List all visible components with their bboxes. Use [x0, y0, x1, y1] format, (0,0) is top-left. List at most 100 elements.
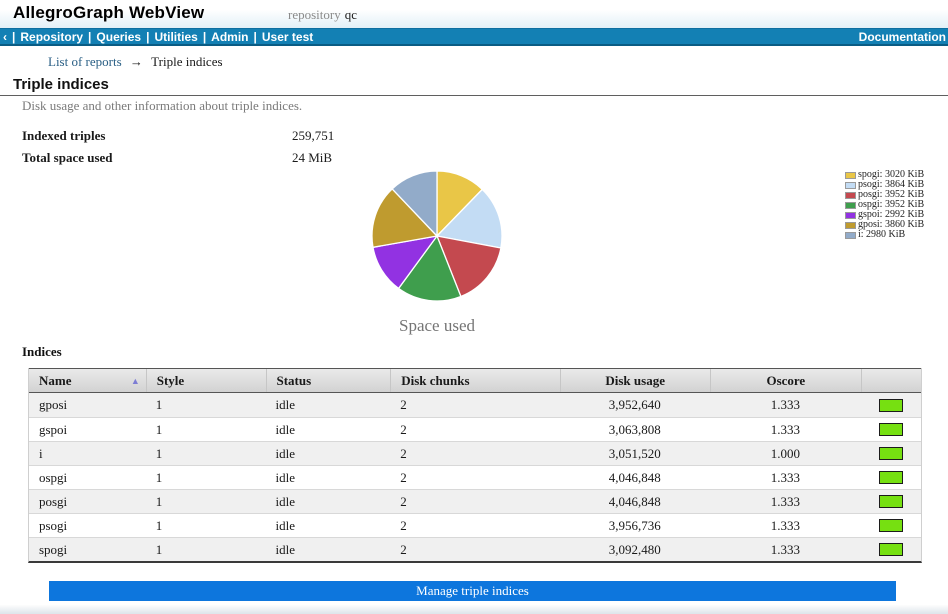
breadcrumb-arrow: → [130, 54, 143, 69]
cell-status: idle [266, 442, 391, 465]
nav-back-chevron[interactable]: ‹ [3, 30, 7, 44]
health-indicator [879, 399, 903, 412]
column-header-health[interactable] [861, 369, 921, 392]
cell-health [861, 442, 921, 465]
indices-section-label: Indices [22, 344, 62, 360]
nav-item-queries[interactable]: Queries [96, 30, 141, 44]
nav-separator: | [12, 30, 15, 44]
cell-status: idle [266, 514, 391, 537]
cell-name: ospgi [29, 466, 146, 489]
nav-item-repository[interactable]: Repository [20, 30, 83, 44]
cell-name: gposi [29, 393, 146, 417]
cell-disk_chunks: 2 [390, 490, 560, 513]
nav-separator: | [203, 30, 206, 44]
legend-item-i: i: 2980 KiB [845, 230, 924, 240]
nav-item-admin[interactable]: Admin [211, 30, 248, 44]
cell-name: i [29, 442, 146, 465]
cell-health [861, 538, 921, 561]
cell-disk_usage: 3,092,480 [560, 538, 710, 561]
metric-total-space-used: Total space used 24 MiB [22, 150, 622, 166]
column-header-style[interactable]: Style [146, 369, 266, 392]
cell-disk_usage: 3,956,736 [560, 514, 710, 537]
indices-table-header-row: Name ▲ Style Status Disk chunks Disk usage Osc… [29, 368, 921, 393]
breadcrumb-current: Triple indices [151, 54, 222, 69]
legend-swatch-ospgi [845, 202, 856, 209]
cell-style: 1 [146, 442, 266, 465]
cell-style: 1 [146, 490, 266, 513]
sort-ascending-icon: ▲ [131, 376, 140, 386]
repository-indicator: repositoryqc [288, 7, 357, 23]
cell-name: gspoi [29, 418, 146, 441]
cell-disk_usage: 3,952,640 [560, 393, 710, 417]
page-title: Triple indices [13, 76, 109, 93]
cell-oscore: 1.333 [710, 393, 862, 417]
cell-disk_chunks: 2 [390, 442, 560, 465]
column-header-oscore[interactable]: Oscore [710, 369, 862, 392]
nav-item-user-test[interactable]: User test [262, 30, 313, 44]
column-header-label: Status [277, 373, 312, 389]
cell-disk_chunks: 2 [390, 393, 560, 417]
column-header-label: Oscore [766, 373, 805, 389]
page-description: Disk usage and other information about t… [22, 98, 302, 114]
cell-name: spogi [29, 538, 146, 561]
indices-table-body: gposi1idle23,952,6401.333gspoi1idle23,06… [29, 393, 921, 561]
nav-menu: ‹ |Repository|Queries|Utilities|Admin|Us… [0, 30, 313, 44]
cell-oscore: 1.333 [710, 490, 862, 513]
nav-item-documentation[interactable]: Documentation [859, 30, 948, 44]
table-row-spogi: spogi1idle23,092,4801.333 [29, 537, 921, 561]
window-bottom-edge [0, 605, 948, 614]
column-header-status[interactable]: Status [266, 369, 391, 392]
table-row-i: i1idle23,051,5201.000 [29, 441, 921, 465]
health-indicator [879, 471, 903, 484]
cell-disk_usage: 3,063,808 [560, 418, 710, 441]
cell-status: idle [266, 490, 391, 513]
app-header: AllegroGraph WebView repositoryqc [0, 0, 948, 28]
cell-name: psogi [29, 514, 146, 537]
indices-table: Name ▲ Style Status Disk chunks Disk usage Osc… [28, 368, 922, 563]
column-header-label: Style [157, 373, 184, 389]
table-row-gspoi: gspoi1idle23,063,8081.333 [29, 417, 921, 441]
nav-separator: | [146, 30, 149, 44]
cell-oscore: 1.333 [710, 466, 862, 489]
column-header-label: Name [39, 373, 72, 389]
legend-swatch-gspoi [845, 212, 856, 219]
allegrograph-webview-page: AllegroGraph WebView repositoryqc ‹ | Rep… [0, 0, 948, 614]
health-indicator [879, 495, 903, 508]
cell-oscore: 1.000 [710, 442, 862, 465]
cell-style: 1 [146, 418, 266, 441]
health-indicator [879, 447, 903, 460]
space-used-pie-chart [370, 169, 504, 303]
legend-swatch-spogi [845, 172, 856, 179]
legend-swatch-posgi [845, 192, 856, 199]
pie-chart-svg [370, 169, 504, 303]
table-row-gposi: gposi1idle23,952,6401.333 [29, 393, 921, 417]
column-header-label: Disk chunks [401, 373, 469, 389]
cell-disk_usage: 4,046,848 [560, 466, 710, 489]
metric-indexed-triples: Indexed triples 259,751 [22, 128, 622, 144]
column-header-label: Disk usage [605, 373, 665, 389]
cell-name: posgi [29, 490, 146, 513]
manage-triple-indices-button[interactable]: Manage triple indices [49, 581, 896, 601]
cell-health [861, 466, 921, 489]
metric-value: 24 MiB [292, 150, 332, 166]
health-indicator [879, 543, 903, 556]
breadcrumb: List of reports → Triple indices [48, 54, 223, 70]
cell-status: idle [266, 466, 391, 489]
cell-disk_usage: 3,051,520 [560, 442, 710, 465]
column-header-name[interactable]: Name ▲ [29, 369, 146, 392]
cell-oscore: 1.333 [710, 418, 862, 441]
cell-status: idle [266, 418, 391, 441]
cell-health [861, 393, 921, 417]
health-indicator [879, 423, 903, 436]
cell-health [861, 418, 921, 441]
cell-status: idle [266, 538, 391, 561]
table-row-psogi: psogi1idle23,956,7361.333 [29, 513, 921, 537]
column-header-disk-chunks[interactable]: Disk chunks [390, 369, 560, 392]
column-header-disk-usage[interactable]: Disk usage [560, 369, 710, 392]
nav-item-utilities[interactable]: Utilities [154, 30, 197, 44]
cell-style: 1 [146, 514, 266, 537]
app-title: AllegroGraph WebView [13, 3, 204, 23]
breadcrumb-link-list-of-reports[interactable]: List of reports [48, 54, 122, 69]
title-divider [0, 95, 948, 96]
repository-name: qc [345, 7, 357, 22]
